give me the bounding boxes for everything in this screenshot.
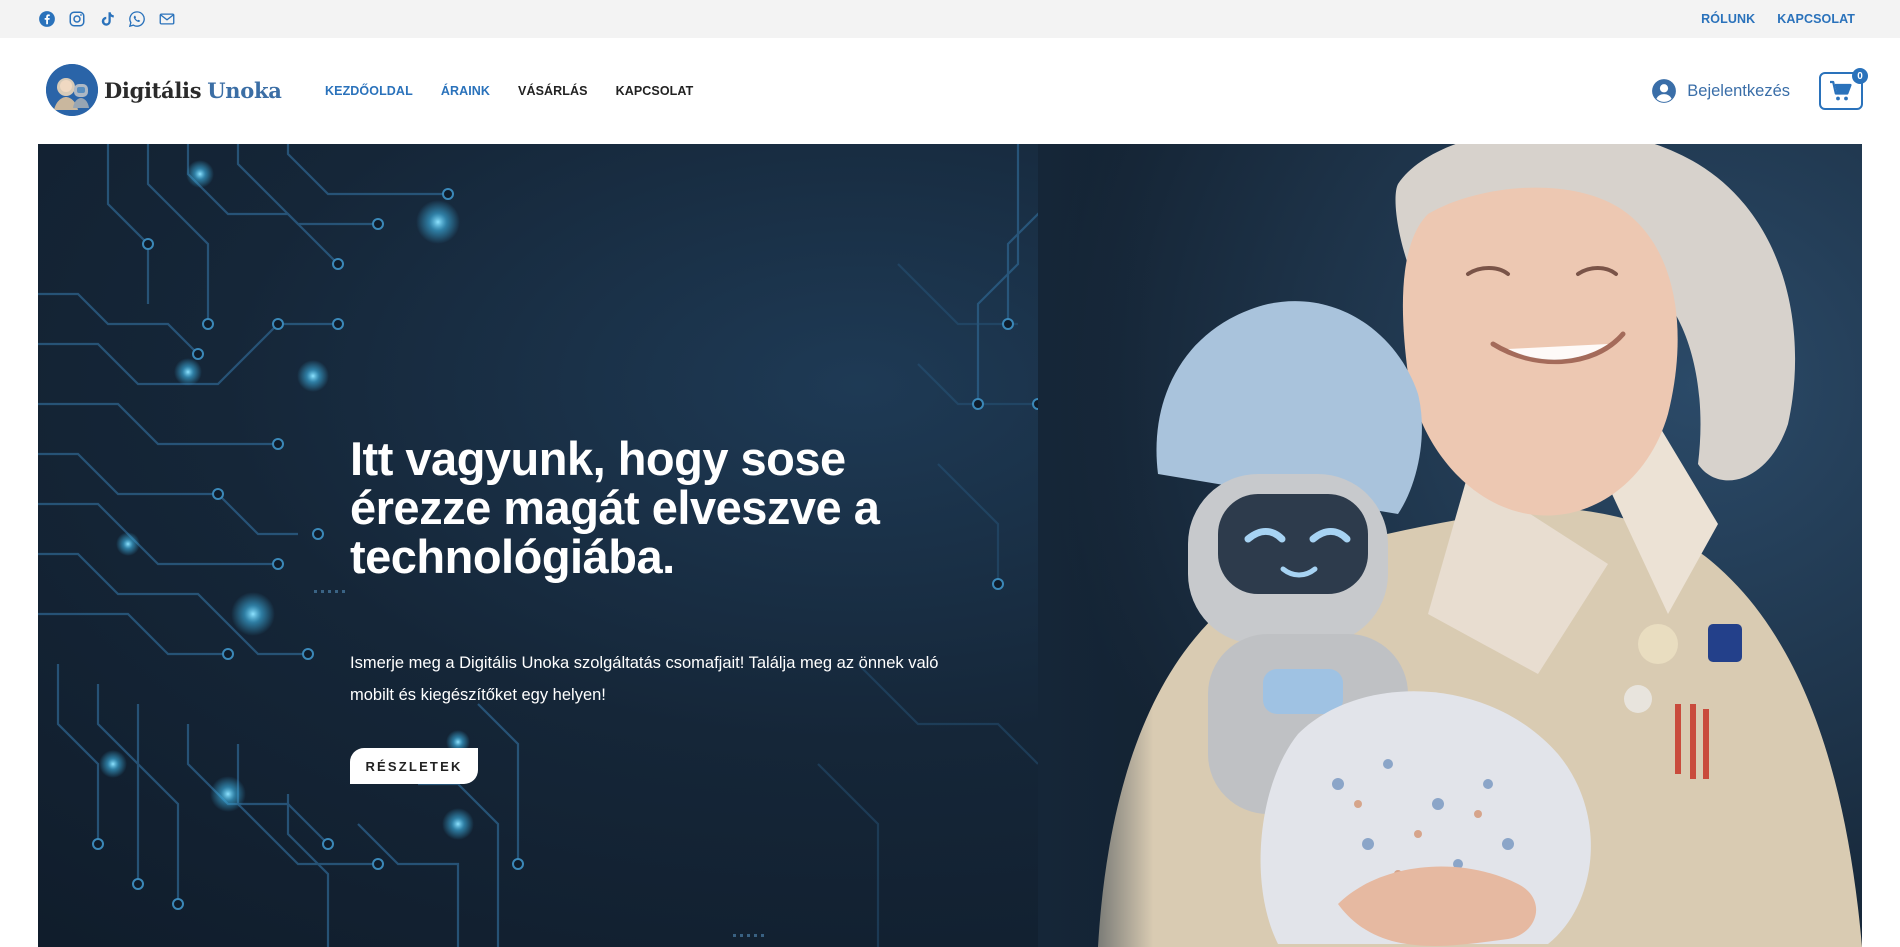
top-link-kapcsolat[interactable]: KAPCSOLAT [1777, 12, 1855, 26]
details-button-label: RÉSZLETEK [365, 758, 463, 774]
instagram-icon[interactable] [68, 10, 86, 28]
whatsapp-icon[interactable] [128, 10, 146, 28]
tiktok-icon[interactable] [98, 10, 116, 28]
logo-wordmark: Digitális Unoka [104, 78, 282, 103]
site-logo[interactable]: Digitális Unoka [46, 64, 282, 116]
user-icon [1652, 79, 1677, 103]
details-button[interactable]: RÉSZLETEK [350, 748, 478, 784]
cart-icon [1830, 80, 1852, 101]
logo-badge-icon [46, 64, 98, 116]
mail-icon[interactable] [158, 10, 176, 28]
nav-item-vasarlas[interactable]: VÁSÁRLÁS [518, 84, 588, 98]
facebook-icon[interactable] [38, 10, 56, 28]
login-link[interactable]: Bejelentkezés [1651, 78, 1790, 104]
nav-item-kezdooldal[interactable]: KEZDŐOLDAL [325, 84, 413, 98]
logo-word-2: Unoka [207, 77, 282, 103]
top-link-rolunk[interactable]: RÓLUNK [1701, 12, 1755, 26]
hero-description: Ismerje meg a Digitális Unoka szolgáltat… [350, 654, 939, 704]
cart-button[interactable]: 0 [1819, 68, 1868, 110]
nav-item-kapcsolat[interactable]: KAPCSOLAT [616, 84, 694, 98]
social-links [38, 10, 176, 28]
cart-count-badge: 0 [1852, 68, 1868, 84]
top-links: RÓLUNK KAPCSOLAT [1701, 12, 1855, 26]
hero-title: Itt vagyunk, hogy sose érezze magát elve… [350, 432, 880, 583]
logo-word-1: Digitális [104, 77, 202, 103]
hero-banner: Itt vagyunk, hogy sose érezze magát elve… [38, 144, 1862, 947]
main-nav: KEZDŐOLDAL ÁRAINK VÁSÁRLÁS KAPCSOLAT [325, 84, 693, 98]
site-header: Digitális Unoka KEZDŐOLDAL ÁRAINK VÁSÁRLÁ… [0, 38, 1900, 144]
top-bar: RÓLUNK KAPCSOLAT [0, 0, 1900, 38]
hero-photo-grandmother-robot [1038, 144, 1862, 947]
nav-item-araink[interactable]: ÁRAINK [441, 84, 490, 98]
login-label: Bejelentkezés [1687, 81, 1790, 100]
